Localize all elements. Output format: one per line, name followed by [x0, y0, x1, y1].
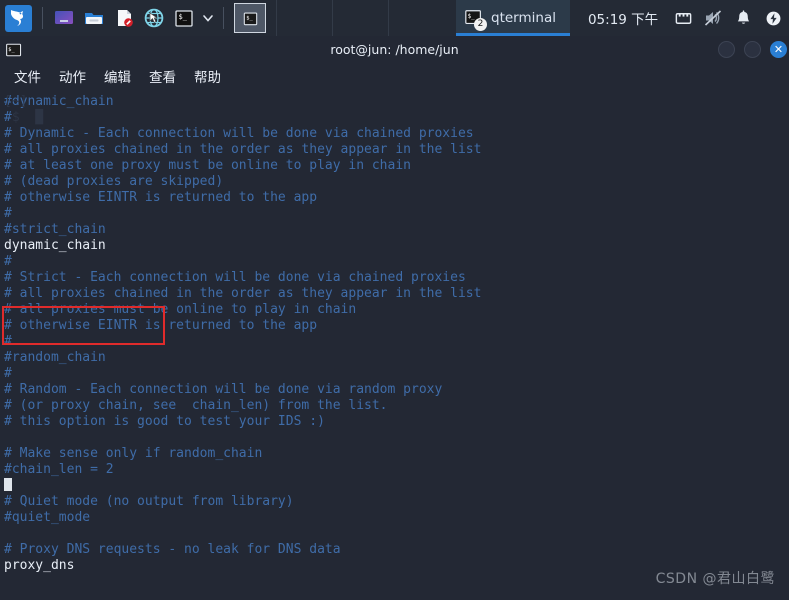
terminal-line: # (dead proxies are skipped) [4, 174, 789, 190]
system-tray: G [668, 3, 789, 33]
terminal-line: # at least one proxy must be online to p… [4, 158, 789, 174]
terminal-icon: $_ 2 [464, 8, 484, 28]
terminal-line: #random_chain [4, 350, 789, 366]
file-manager-icon[interactable] [79, 3, 109, 33]
taskbar-divider-1 [42, 7, 43, 29]
kali-dragon-logo [5, 5, 32, 32]
terminal-line: # all proxies must be online to play in … [4, 302, 789, 318]
terminal-line: #quiet_mode [4, 510, 789, 526]
terminal-lines: #dynamic_chain## Dynamic - Each connecti… [4, 94, 789, 574]
terminal-line: #chain_len = 2 [4, 462, 789, 478]
notification-bell-icon[interactable] [728, 3, 758, 33]
chevron-down-icon[interactable] [199, 3, 217, 33]
svg-text:$_: $_ [179, 13, 188, 21]
network-icon[interactable] [668, 3, 698, 33]
volume-muted-icon[interactable] [698, 3, 728, 33]
taskbar-empty-slots [276, 0, 444, 36]
task-badge-count: 2 [474, 18, 487, 31]
terminal-window: $_ root@jun: /home/jun ✕ 文件 动作 编辑 查看 帮助 … [0, 36, 789, 600]
terminal-icon[interactable]: $_ [169, 3, 199, 33]
window-title: root@jun: /home/jun [0, 42, 789, 57]
taskbar-divider-2 [223, 7, 224, 29]
task-title: qterminal [491, 10, 556, 26]
terminal-line: #dynamic_chain [4, 94, 789, 110]
terminal-line [4, 526, 789, 542]
web-browser-icon[interactable] [139, 3, 169, 33]
terminal-line: # [4, 110, 789, 126]
terminal-line: #strict_chain [4, 222, 789, 238]
menubar: 文件 动作 编辑 查看 帮助 [0, 63, 789, 89]
kali-menu-button[interactable] [0, 0, 36, 36]
terminal-line: # otherwise EINTR is returned to the app [4, 318, 789, 334]
menu-file[interactable]: 文件 [5, 64, 50, 88]
terminal-line [4, 478, 789, 494]
window-titlebar[interactable]: $_ root@jun: /home/jun ✕ [0, 36, 789, 63]
taskbar: $_ $_ $_ 2 qterminal 05:19 下午 [0, 0, 789, 36]
taskbar-task-qterminal[interactable]: $_ 2 qterminal [456, 0, 570, 36]
terminal-line: proxy_dns [4, 558, 789, 574]
terminal-line: # [4, 254, 789, 270]
terminal-output-area[interactable]: [~] $ █ #dynamic_chain## Dynamic - Each … [0, 89, 789, 600]
terminal-line: # (or proxy chain, see chain_len) from t… [4, 398, 789, 414]
minimize-button[interactable] [718, 41, 735, 58]
terminal-line [4, 430, 789, 446]
taskbar-slot [276, 0, 332, 36]
terminal-line: # this option is good to test your IDS :… [4, 414, 789, 430]
terminal-line: # Quiet mode (no output from library) [4, 494, 789, 510]
menu-help[interactable]: 帮助 [185, 64, 230, 88]
terminal-line: # all proxies chained in the order as th… [4, 142, 789, 158]
power-icon[interactable] [758, 3, 788, 33]
terminal-line: # Proxy DNS requests - no leak for DNS d… [4, 542, 789, 558]
taskbar-slot [388, 0, 444, 36]
terminal-line: # Random - Each connection will be done … [4, 382, 789, 398]
terminal-line: # [4, 334, 789, 350]
terminal-line: # [4, 366, 789, 382]
terminal-line: # all proxies chained in the order as th… [4, 286, 789, 302]
clock[interactable]: 05:19 下午 [588, 8, 658, 28]
svg-text:$_: $_ [246, 15, 253, 21]
menu-view[interactable]: 查看 [140, 64, 185, 88]
terminal-window-icon: $_ [5, 41, 23, 59]
maximize-button[interactable] [744, 41, 761, 58]
terminal-line: # [4, 206, 789, 222]
taskbar-slot [332, 0, 388, 36]
menu-actions[interactable]: 动作 [50, 64, 95, 88]
text-editor-icon[interactable] [109, 3, 139, 33]
terminal-line: dynamic_chain [4, 238, 789, 254]
menu-edit[interactable]: 编辑 [95, 64, 140, 88]
display-settings-icon[interactable] [49, 3, 79, 33]
close-button[interactable]: ✕ [770, 41, 787, 58]
terminal-cursor [4, 478, 12, 491]
terminal-line: # Make sense only if random_chain [4, 446, 789, 462]
terminal-line: # otherwise EINTR is returned to the app [4, 190, 789, 206]
terminal-launcher-active[interactable]: $_ [234, 3, 266, 33]
svg-text:$_: $_ [8, 46, 15, 52]
window-controls: ✕ [718, 36, 789, 63]
svg-text:$_: $_ [468, 14, 476, 20]
terminal-line: # Strict - Each connection will be done … [4, 270, 789, 286]
terminal-line: # Dynamic - Each connection will be done… [4, 126, 789, 142]
